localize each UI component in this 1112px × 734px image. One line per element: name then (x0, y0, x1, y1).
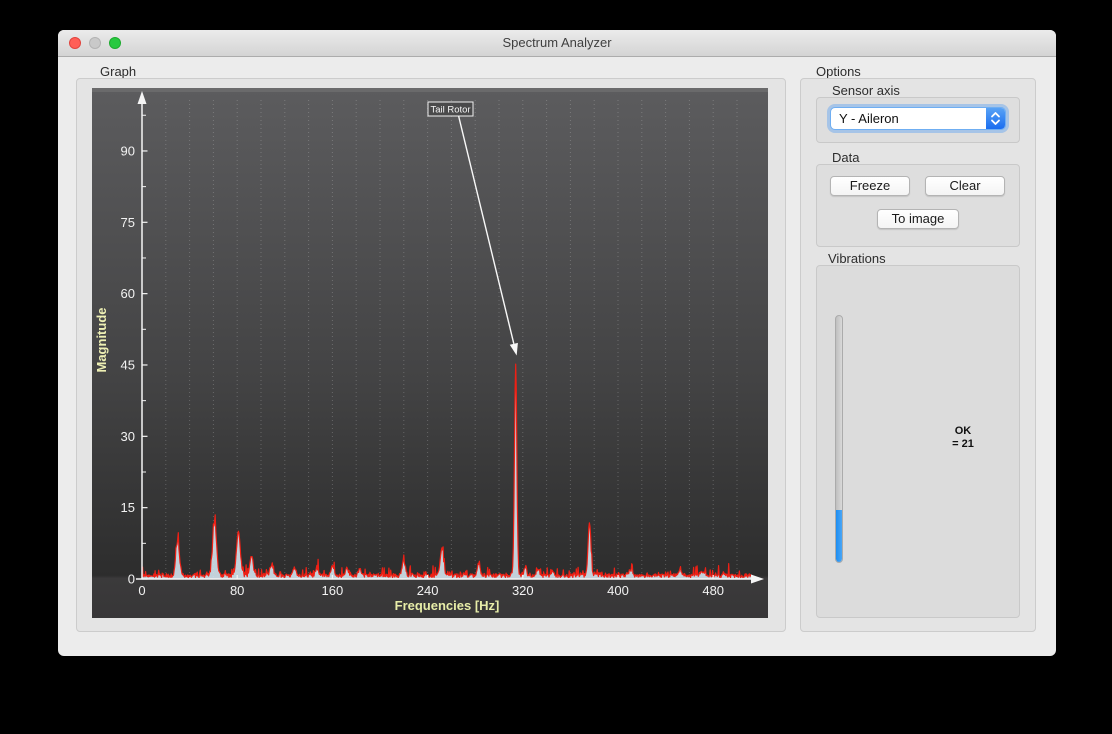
svg-text:80: 80 (230, 583, 244, 598)
data-group-label: Data (832, 150, 860, 165)
vibration-status-text: OK (954, 425, 972, 437)
clear-button[interactable]: Clear (925, 176, 1005, 196)
svg-text:45: 45 (121, 357, 135, 372)
svg-text:15: 15 (121, 500, 135, 515)
title-bar: Spectrum Analyzer (58, 30, 1056, 57)
svg-text:0: 0 (128, 572, 135, 587)
freeze-button[interactable]: Freeze (830, 176, 910, 196)
spectrum-plot-canvas: 0 15 30 45 60 75 90 0 80 160 240 320 400 480 Magnitude… (92, 88, 768, 618)
svg-text:400: 400 (607, 583, 629, 598)
svg-text:480: 480 (702, 583, 724, 598)
svg-text:Frequencies [Hz]: Frequencies [Hz] (395, 598, 500, 613)
sensor-axis-group-label: Sensor axis (832, 83, 900, 98)
vibration-value-text: = 21 (952, 438, 974, 450)
vibration-level-slider[interactable] (835, 315, 843, 563)
sensor-axis-select[interactable]: Y - Aileron (830, 107, 1006, 130)
to-image-button[interactable]: To image (877, 209, 959, 229)
window-title: Spectrum Analyzer (502, 35, 612, 50)
dropdown-stepper-icon[interactable] (986, 108, 1005, 129)
vibrations-group-label: Vibrations (828, 251, 886, 266)
options-group-label: Options (816, 64, 861, 79)
sensor-axis-selected-value: Y - Aileron (839, 111, 899, 126)
svg-text:320: 320 (512, 583, 534, 598)
svg-text:0: 0 (138, 583, 145, 598)
vibration-status: OK = 21 (903, 425, 1023, 451)
vibration-level-fill (836, 510, 842, 562)
svg-text:60: 60 (121, 286, 135, 301)
svg-text:90: 90 (121, 143, 135, 158)
app-window: Spectrum Analyzer Graph 0 15 30 45 60 75 90 0 80… (58, 30, 1056, 656)
spectrum-plot: 0 15 30 45 60 75 90 0 80 160 240 320 400 480 Magnitude… (92, 88, 768, 618)
svg-text:30: 30 (121, 429, 135, 444)
svg-text:Magnitude: Magnitude (94, 308, 109, 373)
svg-text:160: 160 (322, 583, 344, 598)
svg-text:75: 75 (121, 215, 135, 230)
svg-text:240: 240 (417, 583, 439, 598)
svg-text:Tail Rotor: Tail Rotor (430, 105, 470, 116)
graph-group-label: Graph (100, 64, 137, 79)
